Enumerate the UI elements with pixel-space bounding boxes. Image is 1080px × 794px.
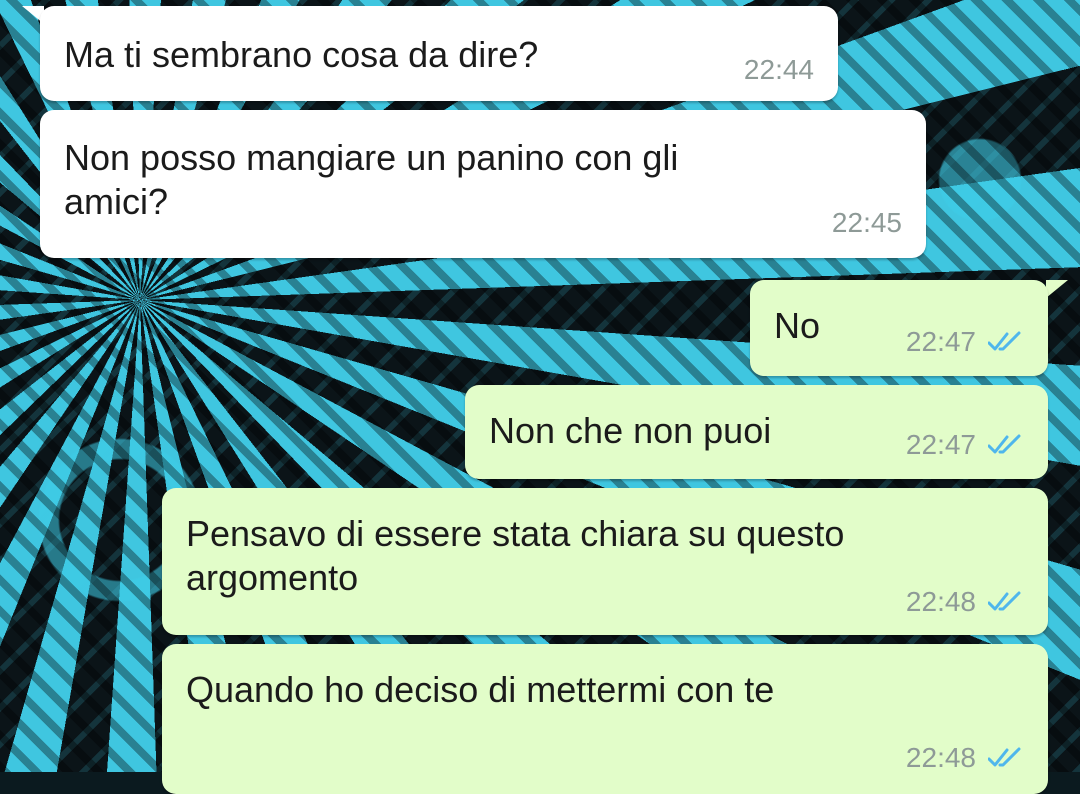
message-meta: 22:48 <box>906 586 1022 618</box>
message-list[interactable]: Ma ti sembrano cosa da dire? 22:44 Non p… <box>0 0 1080 794</box>
message-timestamp: 22:45 <box>831 207 902 238</box>
outgoing-bubble-tail <box>1046 280 1068 298</box>
message-timestamp: 22:47 <box>905 429 976 460</box>
message-meta: 22:47 <box>906 326 1022 358</box>
message-bubble-outgoing[interactable]: Non che non puoi 22:47 <box>465 385 1048 479</box>
double-check-icon <box>988 591 1021 611</box>
double-check-icon <box>988 747 1021 767</box>
message-bubble-outgoing[interactable]: No 22:47 <box>750 280 1048 376</box>
message-meta: 22:47 <box>906 429 1022 461</box>
message-meta: 22:44 <box>744 54 814 86</box>
message-meta: 22:45 <box>832 207 902 239</box>
message-text: No <box>774 305 821 346</box>
message-meta: 22:48 <box>906 742 1022 774</box>
message-text: Pensavo di essere stata chiara su questo… <box>186 513 845 598</box>
message-timestamp: 22:48 <box>905 742 976 773</box>
message-text: Non posso mangiare un panino con gli ami… <box>64 137 679 222</box>
message-text: Quando ho deciso di mettermi con te <box>186 669 775 710</box>
message-bubble-incoming[interactable]: Ma ti sembrano cosa da dire? 22:44 <box>40 6 838 101</box>
message-timestamp: 22:44 <box>743 54 814 85</box>
double-check-icon <box>988 331 1021 351</box>
message-bubble-incoming[interactable]: Non posso mangiare un panino con gli ami… <box>40 110 926 258</box>
message-bubble-outgoing[interactable]: Pensavo di essere stata chiara su questo… <box>162 488 1048 635</box>
message-timestamp: 22:47 <box>905 326 976 357</box>
message-text: Non che non puoi <box>489 410 772 451</box>
message-timestamp: 22:48 <box>905 586 976 617</box>
double-check-icon <box>988 434 1021 454</box>
message-text: Ma ti sembrano cosa da dire? <box>64 34 539 75</box>
